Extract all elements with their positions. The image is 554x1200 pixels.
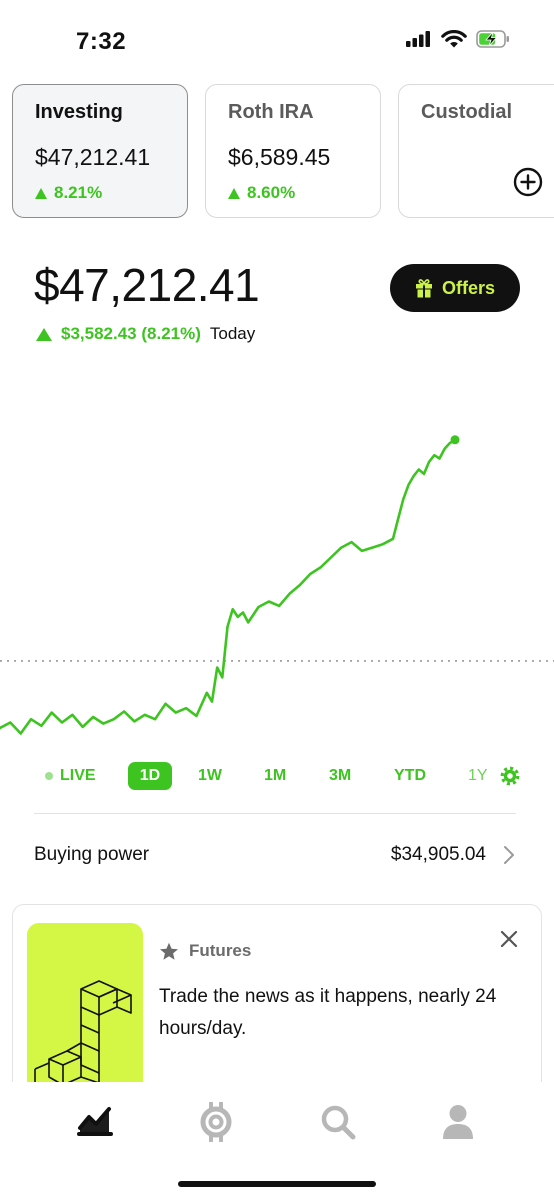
range-1m[interactable]: 1M bbox=[264, 762, 286, 790]
account-name: Roth IRA bbox=[228, 101, 314, 123]
promo-text: Trade the news as it happens, nearly 24 … bbox=[159, 986, 497, 1039]
account-name: Custodial bbox=[421, 101, 513, 123]
range-3m[interactable]: 3M bbox=[329, 762, 351, 790]
chart-current-point bbox=[450, 435, 460, 445]
account-change-value: 8.60% bbox=[247, 183, 296, 202]
gift-icon bbox=[415, 279, 432, 298]
portfolio-chart[interactable] bbox=[0, 420, 554, 750]
account-change: 8.60% bbox=[228, 183, 380, 203]
offers-button[interactable]: Offers bbox=[390, 264, 520, 312]
wifi-icon bbox=[441, 30, 467, 48]
divider bbox=[34, 813, 516, 814]
account-value: $6,589.45 bbox=[228, 144, 331, 170]
home-indicator bbox=[178, 1181, 376, 1187]
portfolio-change-period: Today bbox=[209, 324, 256, 343]
range-ytd[interactable]: YTD bbox=[394, 762, 426, 790]
battery-charging-icon bbox=[476, 30, 509, 48]
up-triangle-icon bbox=[36, 327, 52, 341]
account-name: Investing bbox=[35, 101, 123, 123]
nav-crypto[interactable] bbox=[198, 1101, 234, 1147]
up-triangle-icon bbox=[228, 187, 240, 199]
nav-search[interactable] bbox=[320, 1104, 356, 1145]
range-1y[interactable]: 1Y bbox=[468, 762, 488, 790]
buying-power-label[interactable]: Buying power bbox=[34, 844, 149, 866]
offers-label: Offers bbox=[441, 277, 495, 298]
buying-power-value[interactable]: $34,905.04 bbox=[391, 844, 486, 866]
up-triangle-icon bbox=[35, 187, 47, 199]
range-1w[interactable]: 1W bbox=[198, 762, 222, 790]
account-card-custodial[interactable]: Custodial bbox=[398, 84, 554, 218]
futures-promo-card[interactable]: Futures Trade the news as it happens, ne… bbox=[12, 904, 542, 1094]
chevron-right-icon[interactable] bbox=[502, 845, 516, 865]
range-selector: LIVE 1D 1W 1M 3M YTD 1Y bbox=[0, 760, 554, 792]
nav-account[interactable] bbox=[441, 1104, 475, 1145]
search-icon bbox=[321, 1105, 356, 1140]
portfolio-chart-icon bbox=[77, 1107, 113, 1136]
status-icons bbox=[406, 30, 510, 48]
range-live[interactable]: LIVE bbox=[60, 762, 96, 790]
account-cards: Investing $47,212.41 8.21% Roth IRA $6,5… bbox=[0, 82, 554, 220]
range-1d[interactable]: 1D bbox=[128, 762, 172, 790]
nav-home[interactable] bbox=[77, 1104, 113, 1141]
cellular-signal-icon bbox=[406, 31, 430, 47]
add-circle-icon[interactable] bbox=[513, 167, 543, 197]
status-bar: 7:32 bbox=[0, 0, 554, 70]
status-time: 7:32 bbox=[76, 28, 127, 55]
star-icon bbox=[160, 942, 178, 960]
isometric-blocks-illustration bbox=[34, 980, 132, 1093]
account-change-value: 8.21% bbox=[54, 183, 103, 202]
portfolio-change-amount: $3,582.43 (8.21%) bbox=[61, 324, 201, 343]
promo-tag: Futures bbox=[159, 941, 251, 961]
account-card-roth-ira[interactable]: Roth IRA $6,589.45 8.60% bbox=[205, 84, 381, 218]
account-change: 8.21% bbox=[35, 183, 187, 203]
promo-illustration bbox=[27, 923, 143, 1093]
account-value: $47,212.41 bbox=[35, 144, 151, 170]
person-icon bbox=[443, 1105, 473, 1139]
portfolio-change: $3,582.43 (8.21%) Today bbox=[36, 324, 255, 344]
close-icon[interactable] bbox=[499, 929, 519, 949]
chart-settings-gear-icon[interactable] bbox=[498, 764, 522, 788]
live-dot-icon bbox=[45, 772, 53, 780]
crypto-icon bbox=[200, 1101, 232, 1143]
chart-series-line bbox=[0, 438, 457, 735]
promo-tag-label: Futures bbox=[189, 941, 252, 960]
account-card-investing[interactable]: Investing $47,212.41 8.21% bbox=[12, 84, 188, 218]
portfolio-value: $47,212.41 bbox=[34, 259, 260, 311]
